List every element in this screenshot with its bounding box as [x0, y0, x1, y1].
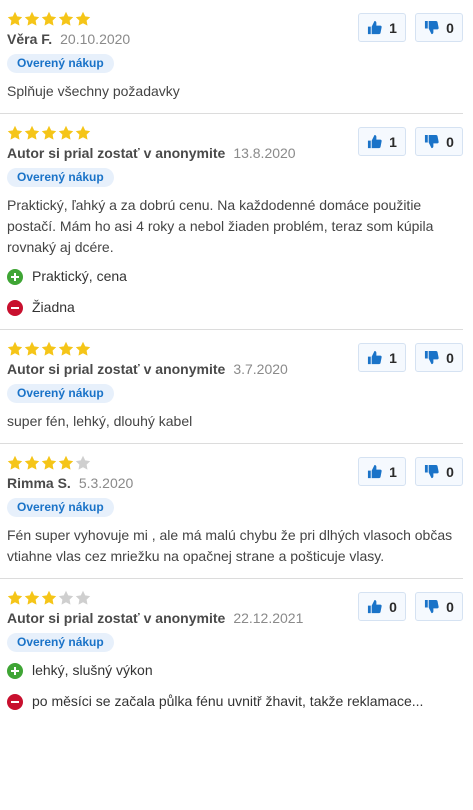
star-icon	[58, 341, 74, 357]
verified-purchase-badge: Overený nákup	[7, 384, 114, 403]
review-author: Autor si prial zostať v anonymite	[7, 145, 226, 161]
vote-buttons: 10	[358, 457, 463, 486]
star-icon	[75, 11, 91, 27]
star-icon	[7, 11, 23, 27]
review-card: Autor si prial zostať v anonymite 3.7.202…	[0, 330, 463, 444]
star-icon	[75, 455, 91, 471]
vote-down-button[interactable]: 0	[415, 343, 463, 372]
review-author: Autor si prial zostať v anonymite	[7, 610, 226, 626]
review-text: Splňuje všechny požadavky	[7, 83, 180, 99]
review-text: Fén super vyhovuje mi , ale má malú chyb…	[7, 527, 453, 564]
star-icon	[41, 341, 57, 357]
star-icon	[7, 341, 23, 357]
verified-purchase-badge: Overený nákup	[7, 633, 114, 652]
star-icon	[58, 11, 74, 27]
star-icon	[58, 455, 74, 471]
review-date: 20.10.2020	[60, 31, 131, 47]
con-item: po měsíci se začala půlka fénu uvnitř žh…	[7, 691, 463, 712]
con-text: Žiadna	[32, 299, 75, 315]
vote-buttons: 10	[358, 127, 463, 156]
review-text: super fén, lehký, dlouhý kabel	[7, 413, 193, 429]
pro-text: lehký, slušný výkon	[32, 662, 153, 678]
vote-up-count: 1	[389, 19, 397, 36]
verified-purchase-badge: Overený nákup	[7, 498, 114, 517]
reviews-list: Věra F. 20.10.2020 Overený nákup Splňuje vš…	[0, 0, 473, 723]
star-icon	[75, 125, 91, 141]
review-date: 5.3.2020	[78, 475, 134, 491]
thumbs-down-icon	[424, 350, 446, 365]
review-card: Rimma S. 5.3.2020 Overený nákup Fén super v…	[0, 444, 463, 579]
plus-circle-icon	[7, 662, 23, 679]
review-text: Praktický, ľahký a za dobrú cenu. Na kaž…	[7, 197, 434, 255]
review-author: Věra F.	[7, 31, 53, 47]
thumbs-down-icon	[424, 464, 446, 479]
verified-purchase-badge: Overený nákup	[7, 54, 114, 73]
vote-buttons: 10	[358, 13, 463, 42]
vote-up-button[interactable]: 1	[358, 343, 406, 372]
vote-buttons: 00	[358, 592, 463, 621]
vote-down-button[interactable]: 0	[415, 13, 463, 42]
vote-down-count: 0	[446, 598, 454, 615]
pros-cons: lehký, slušný výkon po měsíci se začala p…	[7, 660, 463, 712]
star-icon	[75, 341, 91, 357]
star-icon	[7, 455, 23, 471]
star-icon	[24, 341, 40, 357]
star-icon	[7, 590, 23, 606]
pro-item: Praktický, cena	[7, 266, 463, 287]
vote-up-button[interactable]: 0	[358, 592, 406, 621]
review-date: 13.8.2020	[233, 145, 296, 161]
plus-circle-icon	[7, 268, 23, 285]
pros-cons: Praktický, cena Žiadna	[7, 266, 463, 318]
review-date: 22.12.2021	[233, 610, 304, 626]
vote-down-count: 0	[446, 349, 454, 366]
star-icon	[58, 125, 74, 141]
star-icon	[41, 125, 57, 141]
star-icon	[24, 590, 40, 606]
star-icon	[24, 455, 40, 471]
thumbs-down-icon	[424, 134, 446, 149]
verified-purchase-badge: Overený nákup	[7, 168, 114, 187]
vote-down-count: 0	[446, 463, 454, 480]
vote-up-button[interactable]: 1	[358, 457, 406, 486]
vote-down-count: 0	[446, 19, 454, 36]
thumbs-up-icon	[367, 599, 389, 614]
vote-up-count: 1	[389, 133, 397, 150]
review-card: Autor si prial zostať v anonymite 13.8.20…	[0, 114, 463, 330]
star-icon	[41, 455, 57, 471]
pro-item: lehký, slušný výkon	[7, 660, 463, 681]
pro-text: Praktický, cena	[32, 268, 127, 284]
vote-up-count: 1	[389, 349, 397, 366]
thumbs-down-icon	[424, 599, 446, 614]
thumbs-up-icon	[367, 350, 389, 365]
vote-up-count: 1	[389, 463, 397, 480]
thumbs-up-icon	[367, 20, 389, 35]
vote-up-button[interactable]: 1	[358, 13, 406, 42]
star-icon	[41, 11, 57, 27]
star-icon	[75, 590, 91, 606]
con-item: Žiadna	[7, 297, 463, 318]
vote-down-button[interactable]: 0	[415, 457, 463, 486]
star-icon	[24, 11, 40, 27]
star-icon	[41, 590, 57, 606]
review-author: Rimma S.	[7, 475, 71, 491]
thumbs-up-icon	[367, 464, 389, 479]
star-icon	[58, 590, 74, 606]
vote-down-button[interactable]: 0	[415, 592, 463, 621]
review-author: Autor si prial zostať v anonymite	[7, 361, 226, 377]
vote-down-button[interactable]: 0	[415, 127, 463, 156]
minus-circle-icon	[7, 299, 23, 316]
star-icon	[7, 125, 23, 141]
vote-up-count: 0	[389, 598, 397, 615]
vote-buttons: 10	[358, 343, 463, 372]
vote-up-button[interactable]: 1	[358, 127, 406, 156]
review-date: 3.7.2020	[233, 361, 288, 377]
review-card: Věra F. 20.10.2020 Overený nákup Splňuje vš…	[0, 0, 463, 114]
con-text: po měsíci se začala půlka fénu uvnitř žh…	[32, 693, 424, 709]
thumbs-down-icon	[424, 20, 446, 35]
star-icon	[24, 125, 40, 141]
thumbs-up-icon	[367, 134, 389, 149]
minus-circle-icon	[7, 693, 23, 710]
review-card: Autor si prial zostať v anonymite 22.12.2…	[0, 579, 463, 723]
vote-down-count: 0	[446, 133, 454, 150]
